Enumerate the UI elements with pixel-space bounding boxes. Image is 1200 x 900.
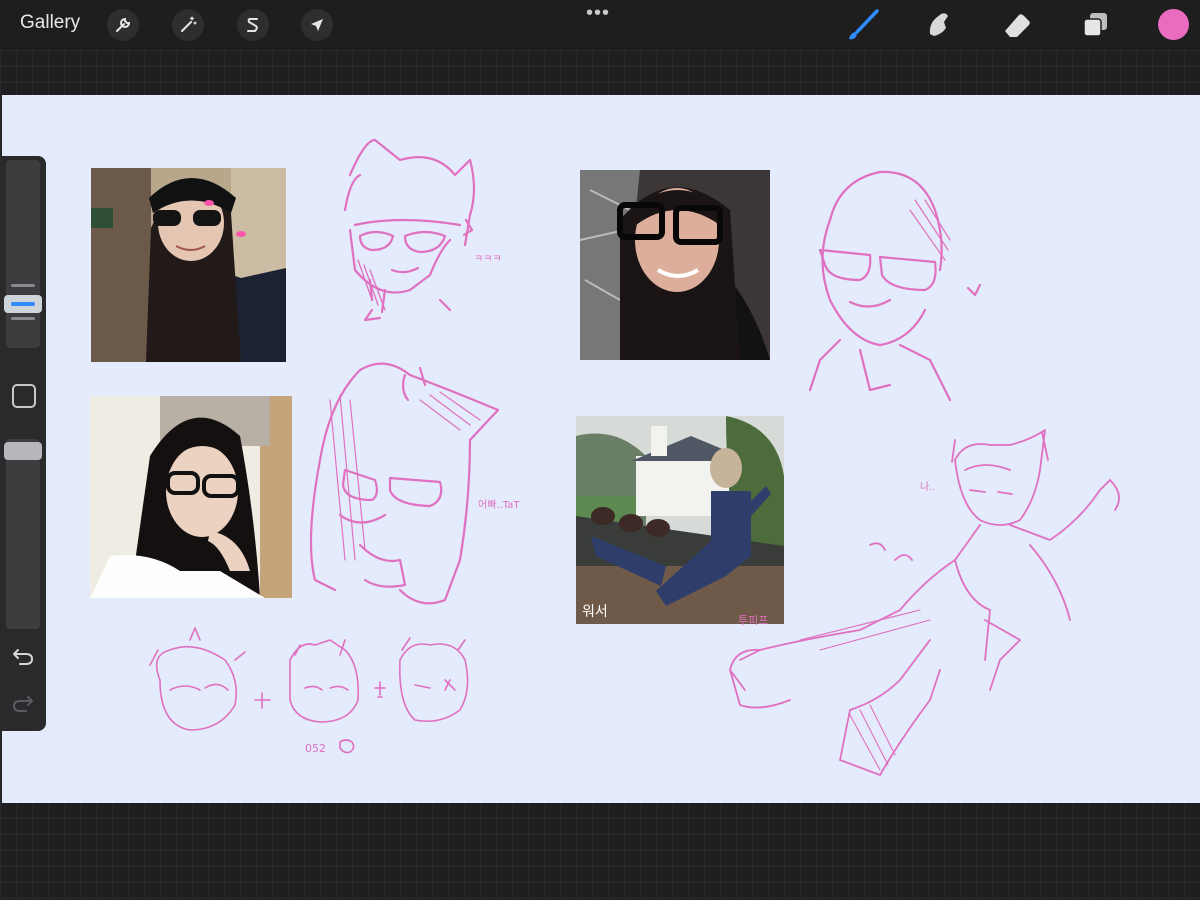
- sketch-beanie-head: [343, 138, 476, 322]
- brush-size-knob[interactable]: [4, 295, 42, 313]
- chibi-caption: 052: [305, 742, 326, 755]
- redo-icon: [13, 696, 33, 712]
- left-sidebar: [0, 156, 46, 731]
- full-body-note: 나..: [920, 481, 936, 493]
- modify-square-button[interactable]: [12, 384, 36, 408]
- opacity-slider[interactable]: [6, 439, 40, 629]
- redo-button[interactable]: [12, 693, 34, 718]
- undo-button[interactable]: [12, 646, 34, 671]
- brush-size-indicator: [11, 302, 35, 306]
- sketch1-note: ㅋㅋㅋ: [474, 254, 502, 265]
- sketch2-note: 어빠..TaT: [478, 499, 520, 511]
- sketch-long-hair-glasses: [309, 362, 500, 605]
- pose-caption: 투피프: [738, 614, 768, 627]
- slider-tick-bottom: [11, 317, 35, 320]
- sketch-layer: ㅋㅋㅋ 어빠..TaT 052 나.. 투피프: [149, 138, 1120, 776]
- slider-tick-top: [11, 284, 35, 287]
- sketch-chibi-row: [149, 627, 469, 754]
- opacity-knob[interactable]: [4, 442, 42, 460]
- sketch-portrait-glasses: [808, 170, 982, 402]
- undo-icon: [13, 649, 33, 665]
